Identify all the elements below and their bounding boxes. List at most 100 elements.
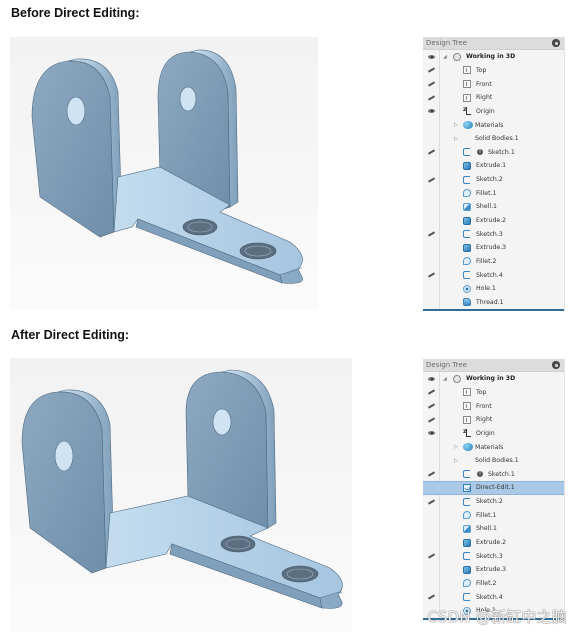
- tree-item-label: Extrude.3: [476, 244, 507, 252]
- tree-item-label: Thread.1: [476, 298, 504, 306]
- visibility-hidden-icon[interactable]: [427, 95, 436, 101]
- tree-item-fillet-2[interactable]: Fillet.2: [423, 255, 564, 269]
- visibility-hidden-icon[interactable]: [427, 67, 436, 73]
- visibility-eye-icon[interactable]: [427, 108, 436, 114]
- design-tree-body: ◢ Working in 3D Top Front Right Origin ▷ Materi…: [423, 372, 564, 618]
- sketch-icon: [463, 230, 470, 239]
- tree-item-fillet-1[interactable]: Fillet.1: [423, 186, 564, 200]
- origin-icon: [463, 106, 471, 116]
- collapse-triangle-icon[interactable]: ▷: [454, 444, 458, 450]
- right-tab-hole: [179, 86, 197, 112]
- tree-item-sketch-4[interactable]: Sketch.4: [423, 590, 564, 604]
- tree-item-right[interactable]: Right: [423, 413, 564, 427]
- tree-item-materials[interactable]: ▷ Materials: [423, 440, 564, 454]
- gear-icon[interactable]: [552, 361, 560, 369]
- visibility-hidden-icon[interactable]: [427, 403, 436, 409]
- tree-item-extrude-2[interactable]: Extrude.2: [423, 214, 564, 228]
- tree-item-working-in-3d[interactable]: ◢ Working in 3D: [423, 372, 564, 386]
- tree-item-fillet-2[interactable]: Fillet.2: [423, 577, 564, 591]
- tree-item-label: Top: [476, 388, 487, 396]
- left-tab-hole: [66, 96, 86, 126]
- fillet-icon: [463, 579, 471, 588]
- tree-item-sketch-2[interactable]: Sketch.2: [423, 495, 564, 509]
- visibility-hidden-icon[interactable]: [427, 231, 436, 237]
- tree-item-thread-1[interactable]: Thread.1: [423, 296, 564, 310]
- tree-item-solid-bodies-1[interactable]: ▷ Solid Bodies.1: [423, 132, 564, 146]
- tree-item-label: Shell.1: [476, 525, 497, 533]
- visibility-hidden-icon[interactable]: [427, 177, 436, 183]
- tree-item-hole-1[interactable]: Hole.1: [423, 282, 564, 296]
- tree-item-sketch-4[interactable]: Sketch.4: [423, 268, 564, 282]
- tree-item-origin[interactable]: Origin: [423, 105, 564, 119]
- plane-icon: [463, 66, 471, 75]
- tree-item-extrude-2[interactable]: Extrude.2: [423, 536, 564, 550]
- tree-item-extrude-3[interactable]: Extrude.3: [423, 563, 564, 577]
- tree-item-sketch-1[interactable]: ! Sketch.1: [423, 467, 564, 481]
- visibility-eye-icon[interactable]: [427, 376, 436, 382]
- tree-item-extrude-1[interactable]: Extrude.1: [423, 159, 564, 173]
- tree-item-label: Fillet.2: [476, 579, 497, 587]
- tree-item-sketch-3[interactable]: Sketch.3: [423, 227, 564, 241]
- tree-item-top[interactable]: Top: [423, 64, 564, 78]
- tree-item-extrude-3[interactable]: Extrude.3: [423, 241, 564, 255]
- extrude-icon: [463, 565, 471, 574]
- model-render-after: [10, 358, 352, 632]
- tree-item-label: Sketch.3: [476, 230, 503, 238]
- tree-item-front[interactable]: Front: [423, 77, 564, 91]
- tree-item-label: Sketch.2: [476, 498, 503, 506]
- gear-icon[interactable]: [552, 39, 560, 47]
- tree-item-label: Working in 3D: [466, 53, 516, 61]
- tree-item-fillet-1[interactable]: Fillet.1: [423, 508, 564, 522]
- visibility-hidden-icon[interactable]: [427, 553, 436, 559]
- tree-item-shell-1[interactable]: Shell.1: [423, 200, 564, 214]
- expand-triangle-icon[interactable]: ◢: [443, 54, 447, 60]
- design-tree-after: Design Tree ◢ Working in 3D Top Front Right O…: [423, 359, 565, 620]
- tree-item-label: Fillet.2: [476, 257, 497, 265]
- tree-item-solid-bodies-1[interactable]: ▷ Solid Bodies.1: [423, 454, 564, 468]
- watermark: CSDN @新缸中之脑: [427, 608, 567, 626]
- visibility-eye-icon[interactable]: [427, 430, 436, 436]
- visibility-hidden-icon[interactable]: [427, 81, 436, 87]
- after-heading: After Direct Editing:: [11, 328, 130, 342]
- tree-item-top[interactable]: Top: [423, 386, 564, 400]
- shell-icon: [463, 202, 471, 211]
- expand-triangle-icon[interactable]: ◢: [443, 376, 447, 382]
- tree-item-label: Sketch.4: [476, 271, 503, 279]
- materials-icon: [463, 443, 473, 452]
- collapse-triangle-icon[interactable]: ▷: [454, 458, 458, 464]
- tree-item-label: Sketch.2: [476, 176, 503, 184]
- visibility-hidden-icon[interactable]: [427, 594, 436, 600]
- tree-item-label: Solid Bodies.1: [475, 135, 519, 143]
- left-tab: [31, 60, 115, 238]
- tree-item-label: Materials: [475, 443, 504, 451]
- visibility-hidden-icon[interactable]: [427, 389, 436, 395]
- tree-item-sketch-2[interactable]: Sketch.2: [423, 173, 564, 187]
- plane-icon: [463, 415, 471, 424]
- visibility-hidden-icon[interactable]: [427, 471, 436, 477]
- tree-item-origin[interactable]: Origin: [423, 427, 564, 441]
- fillet-icon: [463, 257, 471, 266]
- tree-item-working-in-3d[interactable]: ◢ Working in 3D: [423, 50, 564, 64]
- tree-item-shell-1[interactable]: Shell.1: [423, 522, 564, 536]
- extrude-icon: [463, 243, 471, 252]
- tree-item-label: Hole.1: [476, 285, 496, 293]
- tree-item-sketch-1[interactable]: ! Sketch.1: [423, 145, 564, 159]
- tree-item-sketch-3[interactable]: Sketch.3: [423, 549, 564, 563]
- visibility-hidden-icon[interactable]: [427, 149, 436, 155]
- design-tree-header: Design Tree: [423, 37, 564, 50]
- tree-item-materials[interactable]: ▷ Materials: [423, 118, 564, 132]
- tree-item-right[interactable]: Right: [423, 91, 564, 105]
- collapse-triangle-icon[interactable]: ▷: [454, 136, 458, 142]
- model-render-before: [10, 37, 318, 310]
- info-badge-icon: !: [477, 471, 483, 478]
- collapse-triangle-icon[interactable]: ▷: [454, 122, 458, 128]
- tree-item-front[interactable]: Front: [423, 399, 564, 413]
- visibility-eye-icon[interactable]: [427, 54, 436, 60]
- visibility-hidden-icon[interactable]: [427, 499, 436, 505]
- tree-item-label: Extrude.2: [476, 217, 507, 224]
- info-badge-icon: !: [477, 149, 483, 156]
- visibility-hidden-icon[interactable]: [427, 272, 436, 278]
- design-tree-header: Design Tree: [423, 359, 564, 372]
- visibility-hidden-icon[interactable]: [427, 417, 436, 423]
- tree-item-direct-edit-1[interactable]: Direct-Edit.1: [423, 481, 564, 495]
